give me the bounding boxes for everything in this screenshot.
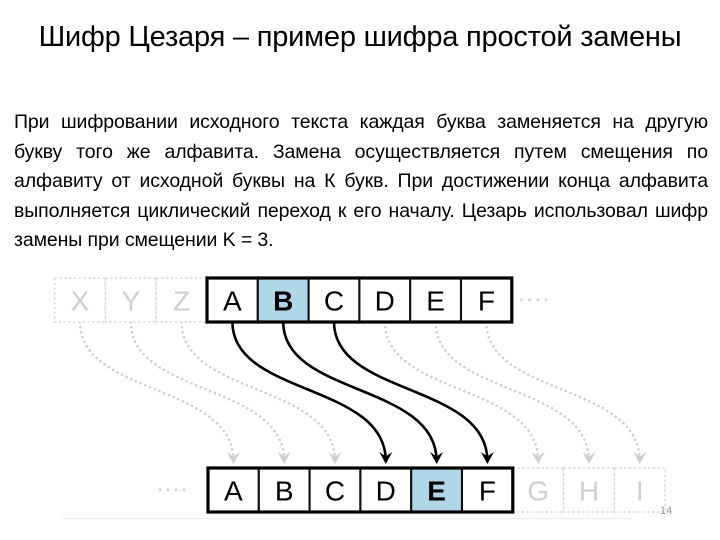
row-leading-ellipsis: • • • • [157,482,186,497]
page-number: 14 [660,505,673,517]
alphabet-cell-z[interactable]: Z [155,277,208,323]
alphabet-cell-f[interactable]: F [460,466,514,514]
cell-letter: B [273,286,293,317]
alphabet-cell-a[interactable]: A [205,276,259,324]
alphabet-cell-c[interactable]: C [308,466,362,514]
alphabet-cell-a[interactable]: A [206,466,260,514]
alphabet-cell-x[interactable]: X [53,277,107,323]
cell-letter: X [71,286,90,317]
alphabet-cell-e[interactable]: E [410,466,464,514]
page-title: Шифр Цезаря – пример шифра простой замен… [38,21,682,53]
cell-letter: F [479,476,496,507]
alphabet-cell-b[interactable]: B [257,466,311,514]
mapping-arrow-f-to-i [485,320,642,463]
cell-letter: C [325,476,345,507]
cell-letter: A [223,286,242,317]
cell-letter: F [478,286,495,317]
alphabet-cell-b[interactable]: B [256,276,310,324]
cell-letter: E [426,286,445,317]
footer-rule [62,518,632,519]
row-trailing-ellipsis: • • • • [519,292,548,307]
cell-letter: Y [121,286,140,317]
cell-letter: I [636,476,644,507]
alphabet-cell-c[interactable]: C [307,276,361,324]
alphabet-cell-h[interactable]: H [562,467,616,513]
plaintext-alphabet-row: X Y Z A B C D E F • • • • [53,276,549,324]
alphabet-cell-i[interactable]: I [613,467,667,513]
mapping-arrows [78,320,647,464]
alphabet-cell-g[interactable]: G [511,467,565,513]
cell-letter: C [324,286,344,317]
caesar-cipher-diagram: X Y Z A B C D E F • • • • A B C D E F G H I • • • • [0,270,720,525]
ciphertext-alphabet-row: A B C D E F G H I • • • • [157,466,667,514]
cell-letter: D [376,476,396,507]
alphabet-cell-e[interactable]: E [409,276,463,324]
caesar-cipher-svg: X Y Z A B C D E F • • • •A B C D E F G H I• • • • [53,276,667,514]
alphabet-cell-y[interactable]: Y [104,277,158,323]
cell-letter: H [579,476,599,507]
alphabet-cell-d[interactable]: D [358,276,412,324]
slide-canvas: Шифр Цезаря – пример шифра простой замен… [0,0,720,540]
cell-letter: Z [173,286,190,317]
cell-letter: E [427,476,446,507]
body-paragraph: При шифровании исходного текста каждая б… [14,111,708,252]
alphabet-cell-d[interactable]: D [359,466,413,514]
cell-letter: G [527,476,549,507]
cell-letter: D [375,286,395,317]
alphabet-cell-f[interactable]: F [459,276,513,324]
cell-letter: A [224,476,243,507]
cell-letter: B [275,476,294,507]
